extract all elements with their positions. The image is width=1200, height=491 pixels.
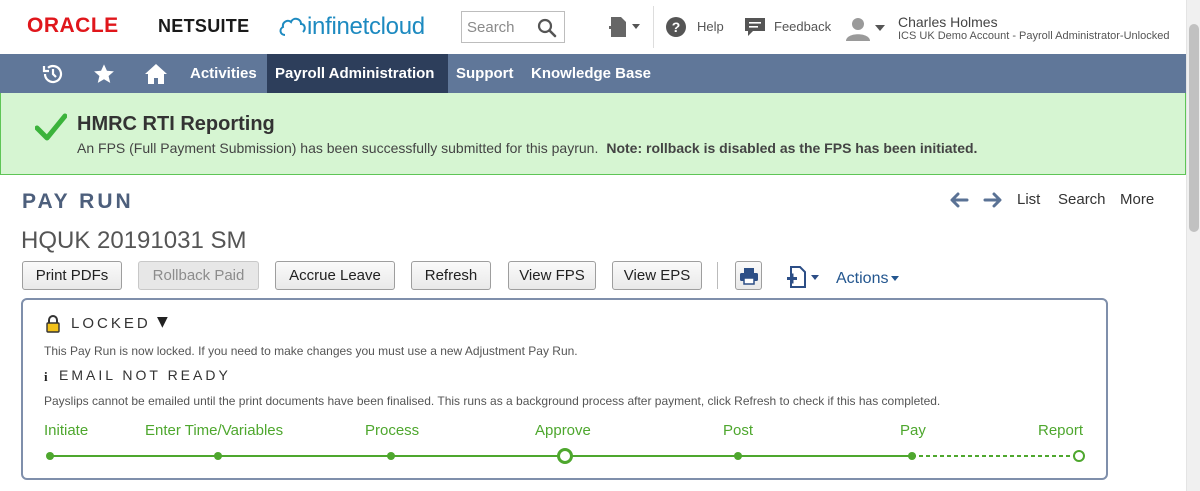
- nav-item-activities[interactable]: Activities: [182, 54, 265, 93]
- page-scrollbar[interactable]: [1186, 0, 1200, 491]
- netsuite-logo[interactable]: NETSUITE: [158, 16, 249, 37]
- page-title: HQUK 20191031 SM: [21, 227, 247, 254]
- button-divider: [717, 262, 718, 289]
- status-panel: LOCKED ▼ This Pay Run is now locked. If …: [21, 298, 1108, 480]
- oracle-logo[interactable]: ORACLE: [27, 14, 119, 38]
- step-dot-initiate: [46, 452, 54, 460]
- star-icon[interactable]: [90, 54, 118, 93]
- new-document-icon[interactable]: [786, 266, 822, 288]
- help-link[interactable]: Help: [697, 19, 724, 34]
- progress-track: [46, 448, 1085, 464]
- print-button[interactable]: [735, 261, 762, 290]
- banner-message-text: An FPS (Full Payment Submission) has bee…: [77, 140, 599, 156]
- actions-menu[interactable]: Actions: [836, 270, 900, 288]
- home-icon[interactable]: [141, 54, 171, 93]
- record-type: PAY RUN: [22, 190, 134, 213]
- recent-records-icon[interactable]: [38, 54, 68, 93]
- actions-label: Actions: [836, 270, 889, 287]
- list-link[interactable]: List: [1017, 191, 1040, 208]
- nav-item-support[interactable]: Support: [448, 54, 522, 93]
- create-new-icon[interactable]: [608, 14, 642, 40]
- banner-message: An FPS (Full Payment Submission) has bee…: [77, 140, 977, 156]
- chevron-down-icon: [891, 276, 900, 281]
- banner-note: Note: rollback is disabled as the FPS ha…: [606, 140, 978, 156]
- feedback-icon[interactable]: [744, 17, 766, 37]
- banner-title: HMRC RTI Reporting: [77, 113, 275, 135]
- step-dot-pay: [908, 452, 916, 460]
- view-eps-button[interactable]: View EPS: [612, 261, 702, 290]
- main-nav: Activities Payroll Administration Suppor…: [0, 54, 1186, 93]
- infinetcloud-logo[interactable]: infinetcloud: [278, 11, 425, 43]
- print-pdfs-button[interactable]: Print PDFs: [22, 261, 122, 290]
- more-link[interactable]: More: [1120, 191, 1154, 208]
- nav-item-payroll-administration[interactable]: Payroll Administration: [267, 54, 448, 93]
- checkmark-icon: [35, 113, 67, 141]
- rollback-paid-button[interactable]: Rollback Paid: [138, 261, 259, 290]
- step-dot-report: [1073, 450, 1085, 462]
- search-link[interactable]: Search: [1058, 191, 1106, 208]
- refresh-button[interactable]: Refresh: [411, 261, 491, 290]
- chevron-down-icon[interactable]: [875, 24, 885, 32]
- arrow-right-icon[interactable]: [983, 192, 1003, 208]
- avatar[interactable]: [843, 15, 873, 41]
- view-fps-button[interactable]: View FPS: [508, 261, 596, 290]
- header-divider: [653, 6, 654, 48]
- search-icon[interactable]: [537, 18, 557, 38]
- top-header: ORACLE NETSUITE infinetcloud ? Help Feed…: [0, 0, 1200, 54]
- step-dot-process: [387, 452, 395, 460]
- step-dot-enter-time-variables: [214, 452, 222, 460]
- scrollbar-thumb[interactable]: [1189, 24, 1199, 232]
- arrow-left-icon[interactable]: [949, 192, 969, 208]
- search-input[interactable]: [467, 17, 535, 37]
- global-search[interactable]: [461, 11, 565, 43]
- feedback-link[interactable]: Feedback: [774, 19, 831, 34]
- user-role[interactable]: ICS UK Demo Account - Payroll Administra…: [898, 30, 1187, 42]
- svg-text:?: ?: [672, 19, 681, 35]
- step-dot-post: [734, 452, 742, 460]
- step-dot-approve: [557, 448, 573, 464]
- brand-name: infinetcloud: [307, 13, 425, 40]
- success-banner: HMRC RTI Reporting An FPS (Full Payment …: [0, 93, 1186, 175]
- accrue-leave-button[interactable]: Accrue Leave: [275, 261, 395, 290]
- nav-item-knowledge-base[interactable]: Knowledge Base: [523, 54, 659, 93]
- printer-icon: [739, 267, 758, 285]
- help-icon[interactable]: ?: [665, 16, 687, 38]
- cloud-icon: [279, 17, 306, 36]
- user-name[interactable]: Charles Holmes: [898, 14, 998, 30]
